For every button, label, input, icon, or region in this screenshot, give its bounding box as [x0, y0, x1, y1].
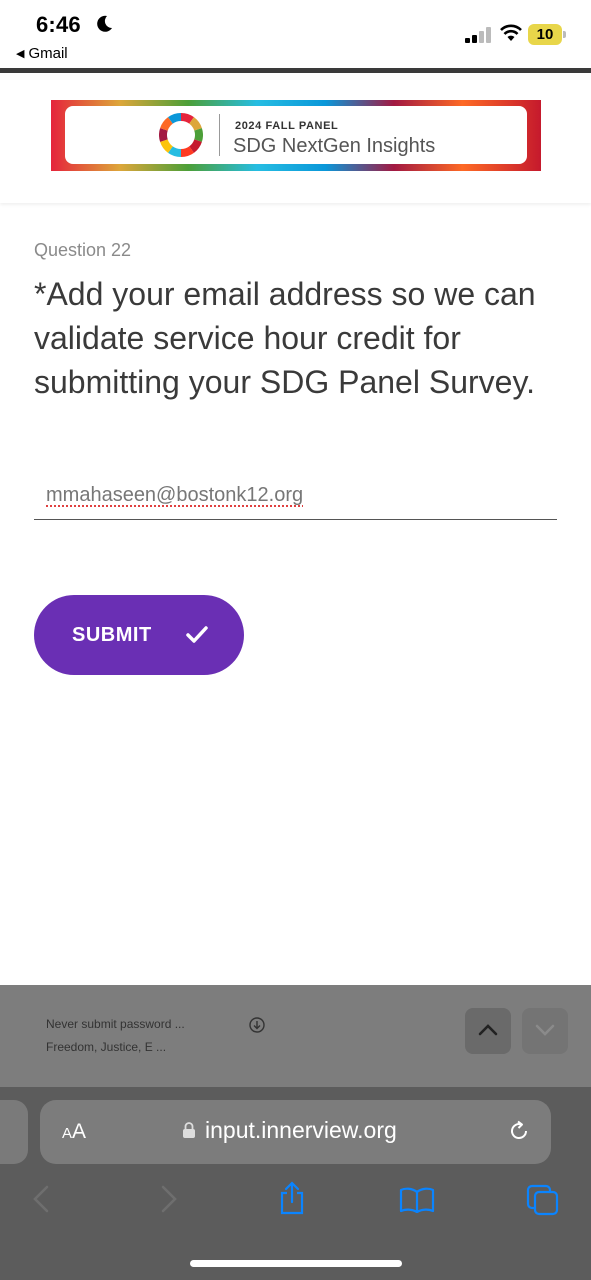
moon-icon — [97, 15, 112, 32]
lock-icon — [183, 1122, 195, 1138]
email-field[interactable] — [34, 472, 557, 520]
question-number: Question 22 — [34, 240, 132, 260]
aa-small: A — [62, 1125, 73, 1142]
back-to-gmail-link[interactable]: ◀ Gmail — [16, 45, 68, 62]
sdg-banner: 2024 FALL PANEL SDG NextGen Insights — [51, 100, 541, 171]
download-icon[interactable] — [249, 1017, 265, 1033]
autofill-suggestion-bar: Never submit password ... Freedom, Justi… — [0, 985, 591, 1087]
banner-card: 2024 FALL PANEL SDG NextGen Insights — [65, 106, 527, 164]
bookmarks-icon[interactable] — [399, 1187, 435, 1213]
url-text[interactable]: input.innerview.org — [205, 1117, 397, 1144]
address-bar[interactable]: AA input.innerview.org — [40, 1100, 551, 1164]
reload-icon[interactable] — [506, 1118, 532, 1144]
battery-indicator: 10 — [528, 24, 566, 45]
reader-options-button[interactable]: AA — [62, 1120, 86, 1144]
next-field-button[interactable] — [522, 1008, 568, 1054]
chevron-up-icon — [478, 1024, 498, 1036]
sdg-wheel-logo-icon — [159, 113, 203, 157]
question-text: *Add your email address so we can valida… — [34, 276, 536, 400]
back-icon[interactable] — [32, 1185, 50, 1213]
suggestion-line[interactable]: Freedom, Justice, E ... — [46, 1040, 166, 1054]
tabs-icon[interactable] — [526, 1184, 560, 1216]
back-triangle-icon: ◀ — [16, 48, 25, 60]
safari-bottom-bar: AA input.innerview.org — [0, 1087, 591, 1280]
forward-icon[interactable] — [160, 1185, 178, 1213]
page-header: 2024 FALL PANEL SDG NextGen Insights — [0, 73, 591, 203]
back-app-label: Gmail — [28, 45, 68, 62]
status-bar: 6:46 ◀ Gmail 10 — [0, 0, 591, 68]
wifi-icon — [500, 24, 522, 41]
cellular-signal-icon — [465, 27, 491, 43]
submit-label: SUBMIT — [72, 623, 152, 646]
previous-field-button[interactable] — [465, 1008, 511, 1054]
status-time: 6:46 — [36, 12, 81, 37]
battery-tip — [563, 31, 566, 38]
battery-level: 10 — [536, 26, 554, 43]
suggestion-line[interactable]: Never submit password ... — [46, 1017, 185, 1031]
home-indicator — [190, 1260, 402, 1267]
share-icon[interactable] — [278, 1181, 306, 1215]
checkmark-icon — [185, 626, 208, 643]
previous-tab-preview[interactable] — [0, 1100, 28, 1164]
submit-button[interactable]: SUBMIT — [34, 595, 244, 675]
banner-title: SDG NextGen Insights — [233, 135, 436, 157]
banner-kicker: 2024 FALL PANEL — [235, 120, 339, 132]
banner-divider — [219, 114, 220, 156]
aa-big: A — [72, 1120, 87, 1143]
chevron-down-icon — [535, 1024, 555, 1036]
